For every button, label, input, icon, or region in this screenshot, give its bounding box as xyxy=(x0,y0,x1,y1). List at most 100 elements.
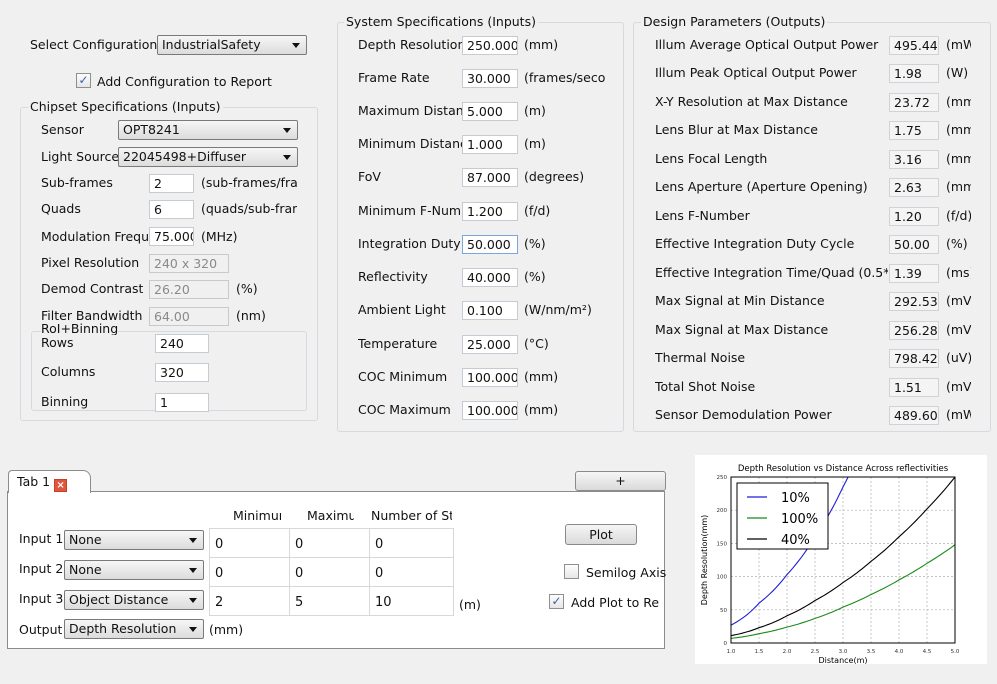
sensor-dropdown[interactable]: OPT8241 xyxy=(118,120,298,140)
design-row-value: 3.16 xyxy=(889,150,939,169)
design-row-unit: (mm xyxy=(946,94,971,109)
rows-input[interactable]: 240 xyxy=(155,334,209,353)
add-configuration-checkbox[interactable]: ✓ xyxy=(76,73,91,88)
design-row-unit: (mm xyxy=(946,122,971,137)
system-row-unit: (frames/secor xyxy=(524,70,606,85)
x-tick-label: 5.0 xyxy=(951,649,960,655)
max-cell[interactable]: 0 xyxy=(289,528,370,558)
system-row-unit: (mm) xyxy=(524,402,559,417)
system-row-input[interactable]: 50.000 xyxy=(462,235,518,254)
design-row-unit: (mm xyxy=(946,179,971,194)
system-row-input[interactable]: 100.000 xyxy=(462,368,518,387)
legend-label: 10% xyxy=(781,491,810,506)
rows-label: Rows xyxy=(41,335,74,350)
input-dropdown[interactable]: None xyxy=(64,560,204,580)
chevron-down-icon xyxy=(189,598,197,603)
max-cell[interactable]: 0 xyxy=(289,557,370,587)
design-row-label: Effective Integration Time/Quad (0.5*Mi xyxy=(655,265,888,280)
design-row-value: 489.60 xyxy=(889,406,939,425)
add-tab-button[interactable]: + xyxy=(575,471,666,491)
max-cell[interactable]: 5 xyxy=(289,586,370,616)
system-row-input[interactable]: 0.100 xyxy=(462,301,518,320)
binning-input[interactable]: 1 xyxy=(155,393,209,412)
quads-label: Quads xyxy=(41,201,81,216)
system-row-input[interactable]: 100.000 xyxy=(462,401,518,420)
system-row-label: Maximum Distance xyxy=(358,103,463,118)
design-row-unit: (ms) xyxy=(946,265,971,280)
design-row-unit: (f/d) xyxy=(946,208,971,223)
depth-resolution-chart: Depth Resolution vs Distance Across refl… xyxy=(695,455,987,665)
system-row-input[interactable]: 1.000 xyxy=(462,135,518,154)
steps-cell[interactable]: 10 xyxy=(369,586,454,616)
pixel-resolution-label: Pixel Resolution xyxy=(41,255,140,270)
system-row-label: Frame Rate xyxy=(358,70,430,85)
plot-button[interactable]: Plot xyxy=(565,524,637,545)
design-row-label: Illum Peak Optical Output Power xyxy=(655,65,857,80)
light-source-dropdown[interactable]: 22045498+Diffuser xyxy=(118,147,298,167)
add-plot-to-report-label: Add Plot to Rep xyxy=(571,595,659,610)
input-dropdown[interactable]: None xyxy=(64,530,204,550)
system-row-unit: (W/nm/m²) xyxy=(524,302,592,317)
system-row-label: Minimum Distance xyxy=(358,136,463,151)
semilog-axis-checkbox[interactable] xyxy=(564,564,579,579)
design-row-label: X-Y Resolution at Max Distance xyxy=(655,94,848,109)
system-row-input[interactable]: 250.000 xyxy=(462,36,518,55)
close-tab-icon[interactable]: × xyxy=(54,479,68,492)
system-row-input[interactable]: 40.000 xyxy=(462,268,518,287)
system-row-unit: (mm) xyxy=(524,369,559,384)
design-row-unit: (mW xyxy=(946,37,971,52)
add-plot-to-report-checkbox[interactable]: ✓ xyxy=(549,594,564,609)
demod-contrast-unit: (%) xyxy=(236,281,258,296)
chevron-down-icon xyxy=(283,128,291,133)
sensor-label: Sensor xyxy=(41,122,84,137)
design-row-value: 292.53 xyxy=(889,292,939,311)
modulation-frequency-unit: (MHz) xyxy=(201,229,238,244)
pixel-resolution-field: 240 x 320 xyxy=(149,254,229,273)
y-tick-label: 50 xyxy=(720,608,727,614)
subframes-unit: (sub-frames/frar xyxy=(201,175,297,190)
system-row-unit: (m) xyxy=(524,136,546,151)
chevron-down-icon xyxy=(189,568,197,573)
system-row-label: COC Minimum xyxy=(358,369,448,384)
legend-label: 40% xyxy=(781,533,810,548)
semilog-axis-label: Semilog Axis xyxy=(586,565,667,580)
design-row-value: 495.44 xyxy=(889,36,939,55)
tab-1[interactable]: Tab 1 × xyxy=(8,470,91,493)
system-row-label: Reflectivity xyxy=(358,269,428,284)
output-label: Output xyxy=(19,622,63,637)
input-dropdown[interactable]: Object Distance xyxy=(64,590,204,610)
design-row-label: Lens Focal Length xyxy=(655,151,768,166)
input-value: Object Distance xyxy=(69,592,169,607)
modulation-frequency-input[interactable]: 75.000 xyxy=(149,227,194,246)
system-row-label: Temperature xyxy=(358,336,438,351)
x-tick-label: 2.5 xyxy=(811,649,820,655)
configuration-dropdown[interactable]: IndustrialSafety xyxy=(157,35,307,55)
quads-input[interactable]: 6 xyxy=(149,200,194,219)
design-row-unit: (mV xyxy=(946,379,971,394)
output-dropdown[interactable]: Depth Resolution xyxy=(64,619,204,639)
system-row-input[interactable]: 25.000 xyxy=(462,335,518,354)
system-row-unit: (°C) xyxy=(524,336,549,351)
min-cell[interactable]: 0 xyxy=(209,557,290,587)
design-row-label: Thermal Noise xyxy=(655,350,746,365)
subframes-input[interactable]: 2 xyxy=(149,174,194,193)
design-row-unit: (mm xyxy=(946,151,971,166)
steps-cell[interactable]: 0 xyxy=(369,528,454,558)
system-row-label: COC Maximum xyxy=(358,402,451,417)
x-tick-label: 1.0 xyxy=(727,649,736,655)
range-table: 0 0 0 0 0 0 2 5 10 xyxy=(209,528,454,616)
table-row: 0 0 0 xyxy=(209,528,454,558)
steps-cell[interactable]: 0 xyxy=(369,557,454,587)
system-row-input[interactable]: 5.000 xyxy=(462,102,518,121)
min-cell[interactable]: 0 xyxy=(209,528,290,558)
system-row-label: Depth Resolution xyxy=(358,37,463,52)
input-label: Input 1 xyxy=(19,531,64,546)
min-cell[interactable]: 2 xyxy=(209,586,290,616)
filter-bandwidth-label: Filter Bandwidth xyxy=(41,308,143,323)
columns-input[interactable]: 320 xyxy=(155,363,209,382)
system-row-input[interactable]: 30.000 xyxy=(462,69,518,88)
system-row-input[interactable]: 1.200 xyxy=(462,202,518,221)
system-row-input[interactable]: 87.000 xyxy=(462,168,518,187)
design-row-value: 1.39 xyxy=(889,264,939,283)
y-axis-label: Depth Resolution(mm) xyxy=(700,515,709,606)
